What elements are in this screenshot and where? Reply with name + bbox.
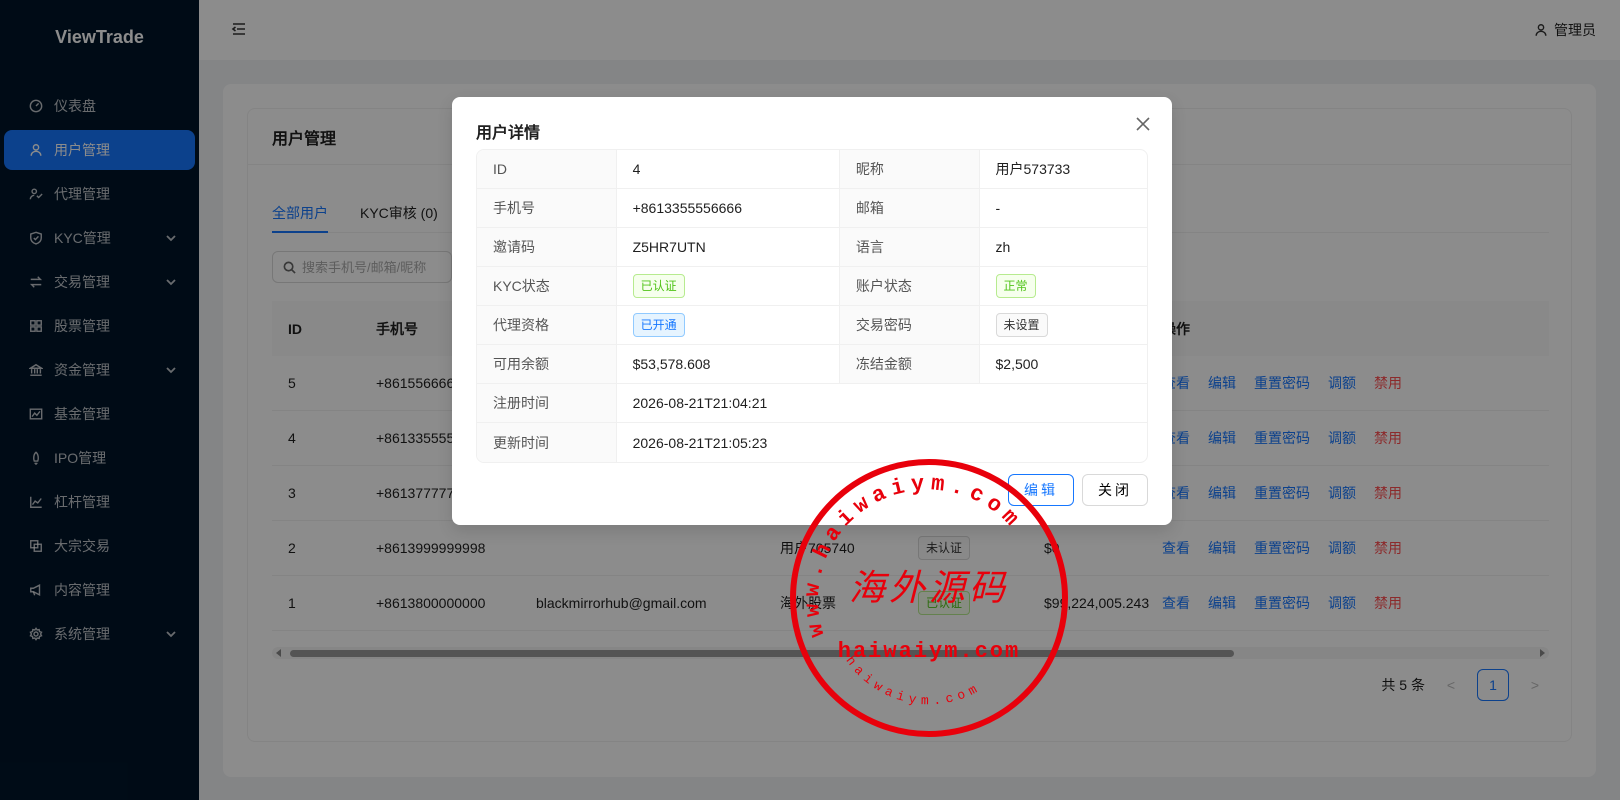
detail-row: 可用余额 $53,578.608 冻结金额 $2,500 bbox=[477, 345, 1147, 384]
edit-button[interactable]: 编辑 bbox=[1008, 474, 1074, 506]
detail-value-phone: +8613355556666 bbox=[617, 189, 840, 227]
detail-row: KYC状态 已认证 账户状态 正常 bbox=[477, 267, 1147, 306]
trade-password-tag: 未设置 bbox=[995, 313, 1048, 337]
detail-label: ID bbox=[477, 150, 617, 188]
close-icon[interactable] bbox=[1132, 113, 1154, 135]
detail-value-kyc: 已认证 bbox=[617, 267, 840, 305]
detail-value-nickname: 用户573733 bbox=[995, 161, 1071, 177]
account-status-tag: 正常 bbox=[995, 274, 1036, 298]
detail-label: KYC状态 bbox=[477, 267, 617, 305]
close-button[interactable]: 关闭 bbox=[1082, 474, 1148, 506]
detail-value-id: 4 bbox=[617, 150, 840, 188]
detail-value-agent: 已开通 bbox=[617, 306, 840, 344]
detail-label: 代理资格 bbox=[477, 306, 617, 344]
detail-label: 手机号 bbox=[477, 189, 617, 227]
detail-value-email: - bbox=[995, 200, 1001, 216]
detail-value-frozen-amount: $2,500 bbox=[995, 356, 1039, 372]
detail-label: 更新时间 bbox=[477, 423, 617, 462]
user-detail-modal: 用户详情 ID 4 昵称 用户573733 手机号 +8613355556666… bbox=[452, 97, 1172, 525]
modal-footer: 编辑 关闭 bbox=[1008, 474, 1148, 506]
agent-status-tag: 已开通 bbox=[632, 313, 685, 337]
modal-title: 用户详情 bbox=[476, 125, 541, 142]
detail-value-available-balance: $53,578.608 bbox=[617, 345, 840, 383]
detail-value-language: zh bbox=[995, 239, 1011, 255]
detail-value-account-status: 正常 bbox=[980, 267, 1148, 305]
detail-row: 更新时间 2026-08-21T21:05:23 bbox=[477, 423, 1147, 462]
detail-label: 邮箱 bbox=[839, 189, 980, 227]
detail-row: 邀请码 Z5HR7UTN 语言 zh bbox=[477, 228, 1147, 267]
detail-label: 注册时间 bbox=[477, 384, 617, 422]
detail-row: 手机号 +8613355556666 邮箱 - bbox=[477, 189, 1147, 228]
detail-label: 昵称 bbox=[839, 150, 980, 188]
detail-label: 冻结金额 bbox=[839, 345, 980, 383]
detail-value-invite-code: Z5HR7UTN bbox=[617, 228, 840, 266]
detail-label: 账户状态 bbox=[839, 267, 980, 305]
detail-label: 可用余额 bbox=[477, 345, 617, 383]
detail-value-trade-password: 未设置 bbox=[980, 306, 1148, 344]
detail-row: 代理资格 已开通 交易密码 未设置 bbox=[477, 306, 1147, 345]
detail-label: 语言 bbox=[839, 228, 980, 266]
detail-label: 交易密码 bbox=[839, 306, 980, 344]
detail-value-created-at: 2026-08-21T21:04:21 bbox=[632, 395, 768, 411]
detail-label: 邀请码 bbox=[477, 228, 617, 266]
kyc-status-tag: 已认证 bbox=[632, 274, 685, 298]
detail-value-updated-at: 2026-08-21T21:05:23 bbox=[632, 434, 768, 451]
user-details: ID 4 昵称 用户573733 手机号 +8613355556666 邮箱 -… bbox=[476, 149, 1148, 463]
detail-row: 注册时间 2026-08-21T21:04:21 bbox=[477, 384, 1147, 423]
detail-row: ID 4 昵称 用户573733 bbox=[477, 150, 1147, 189]
